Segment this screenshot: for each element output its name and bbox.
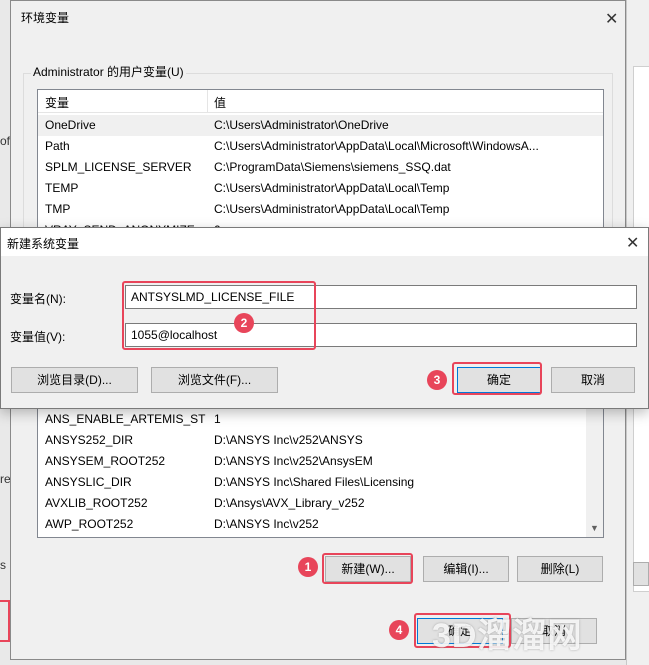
browse-file-button[interactable]: 浏览文件(F)... bbox=[151, 367, 278, 393]
dialog-title: 环境变量 bbox=[21, 11, 70, 25]
background-highlight-fragment bbox=[0, 600, 10, 642]
variable-name: ANSYSLIC_DIR bbox=[45, 475, 132, 489]
list-row[interactable]: ANS_ENABLE_ARTEMIS_ST 1 bbox=[38, 409, 603, 430]
list-header: 变量 值 bbox=[38, 90, 603, 113]
variable-value: D:\ANSYS Inc\Shared Files\Licensing bbox=[214, 475, 415, 489]
cancel-button[interactable]: 取消 bbox=[551, 367, 635, 393]
list-row[interactable]: SPLM_LICENSE_SERVER C:\ProgramData\Sieme… bbox=[38, 157, 603, 178]
variable-name: ANS_ENABLE_ARTEMIS_ST bbox=[45, 412, 206, 426]
variable-value: D:\ANSYS Inc\v252\AnsysEM bbox=[214, 454, 373, 468]
variable-name: ANSYSEM_ROOT252 bbox=[45, 454, 166, 468]
highlight-box-new bbox=[322, 553, 413, 584]
list-row[interactable]: AWP_ROOT252 D:\ANSYS Inc\v252 bbox=[38, 514, 603, 535]
column-header-value[interactable]: 值 bbox=[214, 94, 226, 111]
delete-button[interactable]: 删除(L) bbox=[517, 556, 603, 582]
variable-name: SPLM_LICENSE_SERVER bbox=[45, 160, 192, 174]
list-row[interactable]: TEMP C:\Users\Administrator\AppData\Loca… bbox=[38, 178, 603, 199]
user-variables-label: Administrator 的用户变量(U) bbox=[31, 63, 186, 80]
variable-name-label: 变量名(N): bbox=[10, 292, 66, 306]
list-row[interactable]: OneDrive C:\Users\Administrator\OneDrive bbox=[38, 115, 603, 136]
variable-value: D:\ANSYS Inc\v252 bbox=[214, 517, 319, 531]
edit-button[interactable]: 编辑(I)... bbox=[423, 556, 509, 582]
close-icon[interactable]: ✕ bbox=[626, 233, 639, 253]
variable-value-label: 变量值(V): bbox=[10, 330, 66, 344]
variable-name: AWP_ROOT252 bbox=[45, 517, 134, 531]
list-row[interactable]: ANSYSEM_ROOT252 D:\ANSYS Inc\v252\AnsysE… bbox=[38, 451, 603, 472]
user-variables-list[interactable]: 变量 值 OneDrive C:\Users\Administrator\One… bbox=[37, 89, 604, 234]
variable-name: Path bbox=[45, 139, 70, 153]
watermark: 3D溜溜网 bbox=[432, 617, 583, 655]
variable-value: C:\Users\Administrator\OneDrive bbox=[214, 118, 389, 132]
list-row[interactable]: AVXLIB_ROOT252 D:\Ansys\AVX_Library_v252 bbox=[38, 493, 603, 514]
scroll-down-icon[interactable]: ▼ bbox=[586, 520, 603, 537]
dialog-title: 新建系统变量 bbox=[7, 237, 80, 251]
list-row[interactable]: ANSYS252_DIR D:\ANSYS Inc\v252\ANSYS bbox=[38, 430, 603, 451]
highlight-box-inputs bbox=[122, 281, 316, 350]
variable-value: C:\Users\Administrator\AppData\Local\Tem… bbox=[214, 181, 450, 195]
column-header-variable[interactable]: 变量 bbox=[45, 94, 69, 111]
list-row[interactable]: TMP C:\Users\Administrator\AppData\Local… bbox=[38, 199, 603, 220]
close-icon[interactable]: ✕ bbox=[605, 9, 618, 29]
variable-value: D:\ANSYS Inc\v252\ANSYS bbox=[214, 433, 363, 447]
variable-value: C:\ProgramData\Siemens\siemens_SSQ.dat bbox=[214, 160, 451, 174]
list-row[interactable]: Path C:\Users\Administrator\AppData\Loca… bbox=[38, 136, 603, 157]
variable-name: TMP bbox=[45, 202, 71, 216]
variable-name: AVXLIB_ROOT252 bbox=[45, 496, 148, 510]
background-button bbox=[633, 562, 649, 586]
variable-value: C:\Users\Administrator\AppData\Local\Tem… bbox=[214, 202, 450, 216]
variable-name: OneDrive bbox=[45, 118, 96, 132]
new-system-variable-dialog: 新建系统变量 ✕ 变量名(N): ANTSYSLMD_LICENSE_FILE … bbox=[0, 227, 649, 409]
step-badge-4: 4 bbox=[389, 620, 409, 640]
browse-directory-button[interactable]: 浏览目录(D)... bbox=[11, 367, 138, 393]
background-text-fragment: of bbox=[0, 134, 11, 148]
list-row[interactable]: ANSYSLIC_DIR D:\ANSYS Inc\Shared Files\L… bbox=[38, 472, 603, 493]
variable-value: D:\Ansys\AVX_Library_v252 bbox=[214, 496, 365, 510]
variable-name: TEMP bbox=[45, 181, 79, 195]
step-badge-1: 1 bbox=[298, 557, 318, 577]
step-badge-2: 2 bbox=[234, 313, 254, 333]
variable-value: 1 bbox=[214, 412, 221, 426]
variable-name: ANSYS252_DIR bbox=[45, 433, 134, 447]
dialog-titlebar: 新建系统变量 ✕ bbox=[1, 228, 648, 256]
variable-value: C:\Users\Administrator\AppData\Local\Mic… bbox=[214, 139, 539, 153]
step-badge-3: 3 bbox=[427, 370, 447, 390]
background-text-fragment: s bbox=[0, 558, 6, 572]
highlight-box-ok bbox=[452, 362, 542, 395]
